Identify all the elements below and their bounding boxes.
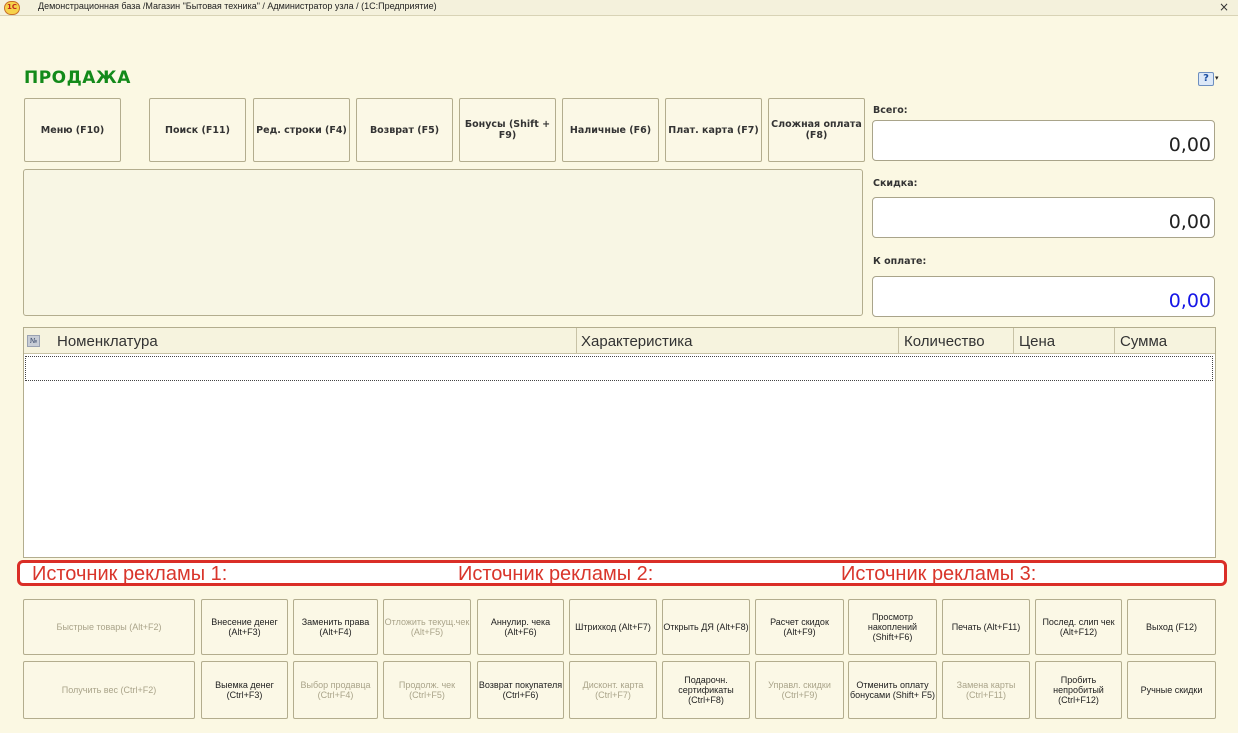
gift-certificates-button[interactable]: Подарочн. сертификаты (Ctrl+F8)	[662, 661, 750, 719]
last-slip-button[interactable]: Послед. слип чек (Alt+F12)	[1035, 599, 1122, 655]
help-menu-arrow-icon[interactable]: ▾	[1215, 74, 1219, 82]
total-field: 0,00	[872, 120, 1215, 161]
total-label: Всего:	[873, 105, 908, 116]
ad-source-1: Источник рекламы 1:	[28, 563, 232, 583]
ad-banner: Источник рекламы 1: Источник рекламы 2: …	[17, 560, 1227, 586]
cash-in-button[interactable]: Внесение денег (Alt+F3)	[201, 599, 288, 655]
table-header: № Номенклатура Характеристика Количество…	[24, 328, 1215, 354]
column-header-quantity[interactable]: Количество	[904, 328, 985, 354]
bonus-button[interactable]: Бонусы (Shift + F9)	[459, 98, 556, 162]
choose-seller-button[interactable]: Выбор продавца (Ctrl+F4)	[293, 661, 378, 719]
pos-window: 1С Демонстрационная база /Магазин "Бытов…	[0, 0, 1238, 733]
cash-button[interactable]: Наличные (F6)	[562, 98, 659, 162]
view-savings-button[interactable]: Просмотр накоплений (Shift+F6)	[848, 599, 937, 655]
cash-out-button[interactable]: Выемка денег (Ctrl+F3)	[201, 661, 288, 719]
exit-button[interactable]: Выход (F12)	[1127, 599, 1216, 655]
open-drawer-button[interactable]: Открыть ДЯ (Alt+F8)	[662, 599, 750, 655]
edit-row-button[interactable]: Ред. строки (F4)	[253, 98, 350, 162]
discount-field: 0,00	[872, 197, 1215, 238]
calc-discounts-button[interactable]: Расчет скидок (Alt+F9)	[755, 599, 844, 655]
window-title: Демонстрационная база /Магазин "Бытовая …	[38, 1, 437, 11]
column-header-characteristic[interactable]: Характеристика	[581, 328, 693, 354]
menu-button[interactable]: Меню (F10)	[24, 98, 121, 162]
postpone-check-button[interactable]: Отложить текущ.чек (Alt+F5)	[383, 599, 471, 655]
manual-discounts-button[interactable]: Ручные скидки	[1127, 661, 1216, 719]
row-number-icon: №	[27, 335, 40, 347]
manage-discounts-button[interactable]: Управл. скидки (Ctrl+F9)	[755, 661, 844, 719]
discount-label: Скидка:	[873, 178, 918, 189]
column-divider	[576, 328, 577, 354]
column-header-sum[interactable]: Сумма	[1120, 328, 1167, 354]
help-icon[interactable]: ?	[1198, 72, 1214, 86]
column-header-nomenclature[interactable]: Номенклатура	[57, 328, 158, 354]
to-pay-label: К оплате:	[873, 256, 927, 267]
cancel-check-button[interactable]: Аннулир. чека (Alt+F6)	[477, 599, 564, 655]
to-pay-field: 0,00	[872, 276, 1215, 317]
search-button[interactable]: Поиск (F11)	[149, 98, 246, 162]
get-weight-button[interactable]: Получить вес (Ctrl+F2)	[23, 661, 195, 719]
table-row[interactable]	[25, 356, 1213, 381]
quick-goods-button[interactable]: Быстрые товары (Alt+F2)	[23, 599, 195, 655]
barcode-button[interactable]: Штрихкод (Alt+F7)	[569, 599, 657, 655]
column-header-price[interactable]: Цена	[1019, 328, 1055, 354]
change-rights-button[interactable]: Заменить права (Alt+F4)	[293, 599, 378, 655]
replace-card-button[interactable]: Замена карты (Ctrl+F11)	[942, 661, 1030, 719]
column-divider	[1114, 328, 1115, 354]
punch-unpunched-button[interactable]: Пробить непробитый (Ctrl+F12)	[1035, 661, 1122, 719]
print-button[interactable]: Печать (Alt+F11)	[942, 599, 1030, 655]
items-table[interactable]: № Номенклатура Характеристика Количество…	[23, 327, 1216, 558]
column-divider	[898, 328, 899, 354]
column-divider	[1013, 328, 1014, 354]
return-button[interactable]: Возврат (F5)	[356, 98, 453, 162]
app-logo-icon: 1С	[4, 1, 20, 15]
complex-payment-button[interactable]: Сложная оплата (F8)	[768, 98, 865, 162]
discount-card-button[interactable]: Дисконт. карта (Ctrl+F7)	[569, 661, 657, 719]
customer-return-button[interactable]: Возврат покупателя (Ctrl+F6)	[477, 661, 564, 719]
page-title: ПРОДАЖА	[24, 68, 131, 88]
ad-source-3: Источник рекламы 3:	[837, 563, 1041, 583]
continue-check-button[interactable]: Продолж. чек (Ctrl+F5)	[383, 661, 471, 719]
close-icon[interactable]: ×	[1219, 0, 1229, 14]
info-panel	[23, 169, 863, 316]
title-bar: 1С Демонстрационная база /Магазин "Бытов…	[0, 0, 1238, 16]
ad-source-2: Источник рекламы 2:	[454, 563, 658, 583]
card-button[interactable]: Плат. карта (F7)	[665, 98, 762, 162]
cancel-bonus-payment-button[interactable]: Отменить оплату бонусами (Shift+ F5)	[848, 661, 937, 719]
